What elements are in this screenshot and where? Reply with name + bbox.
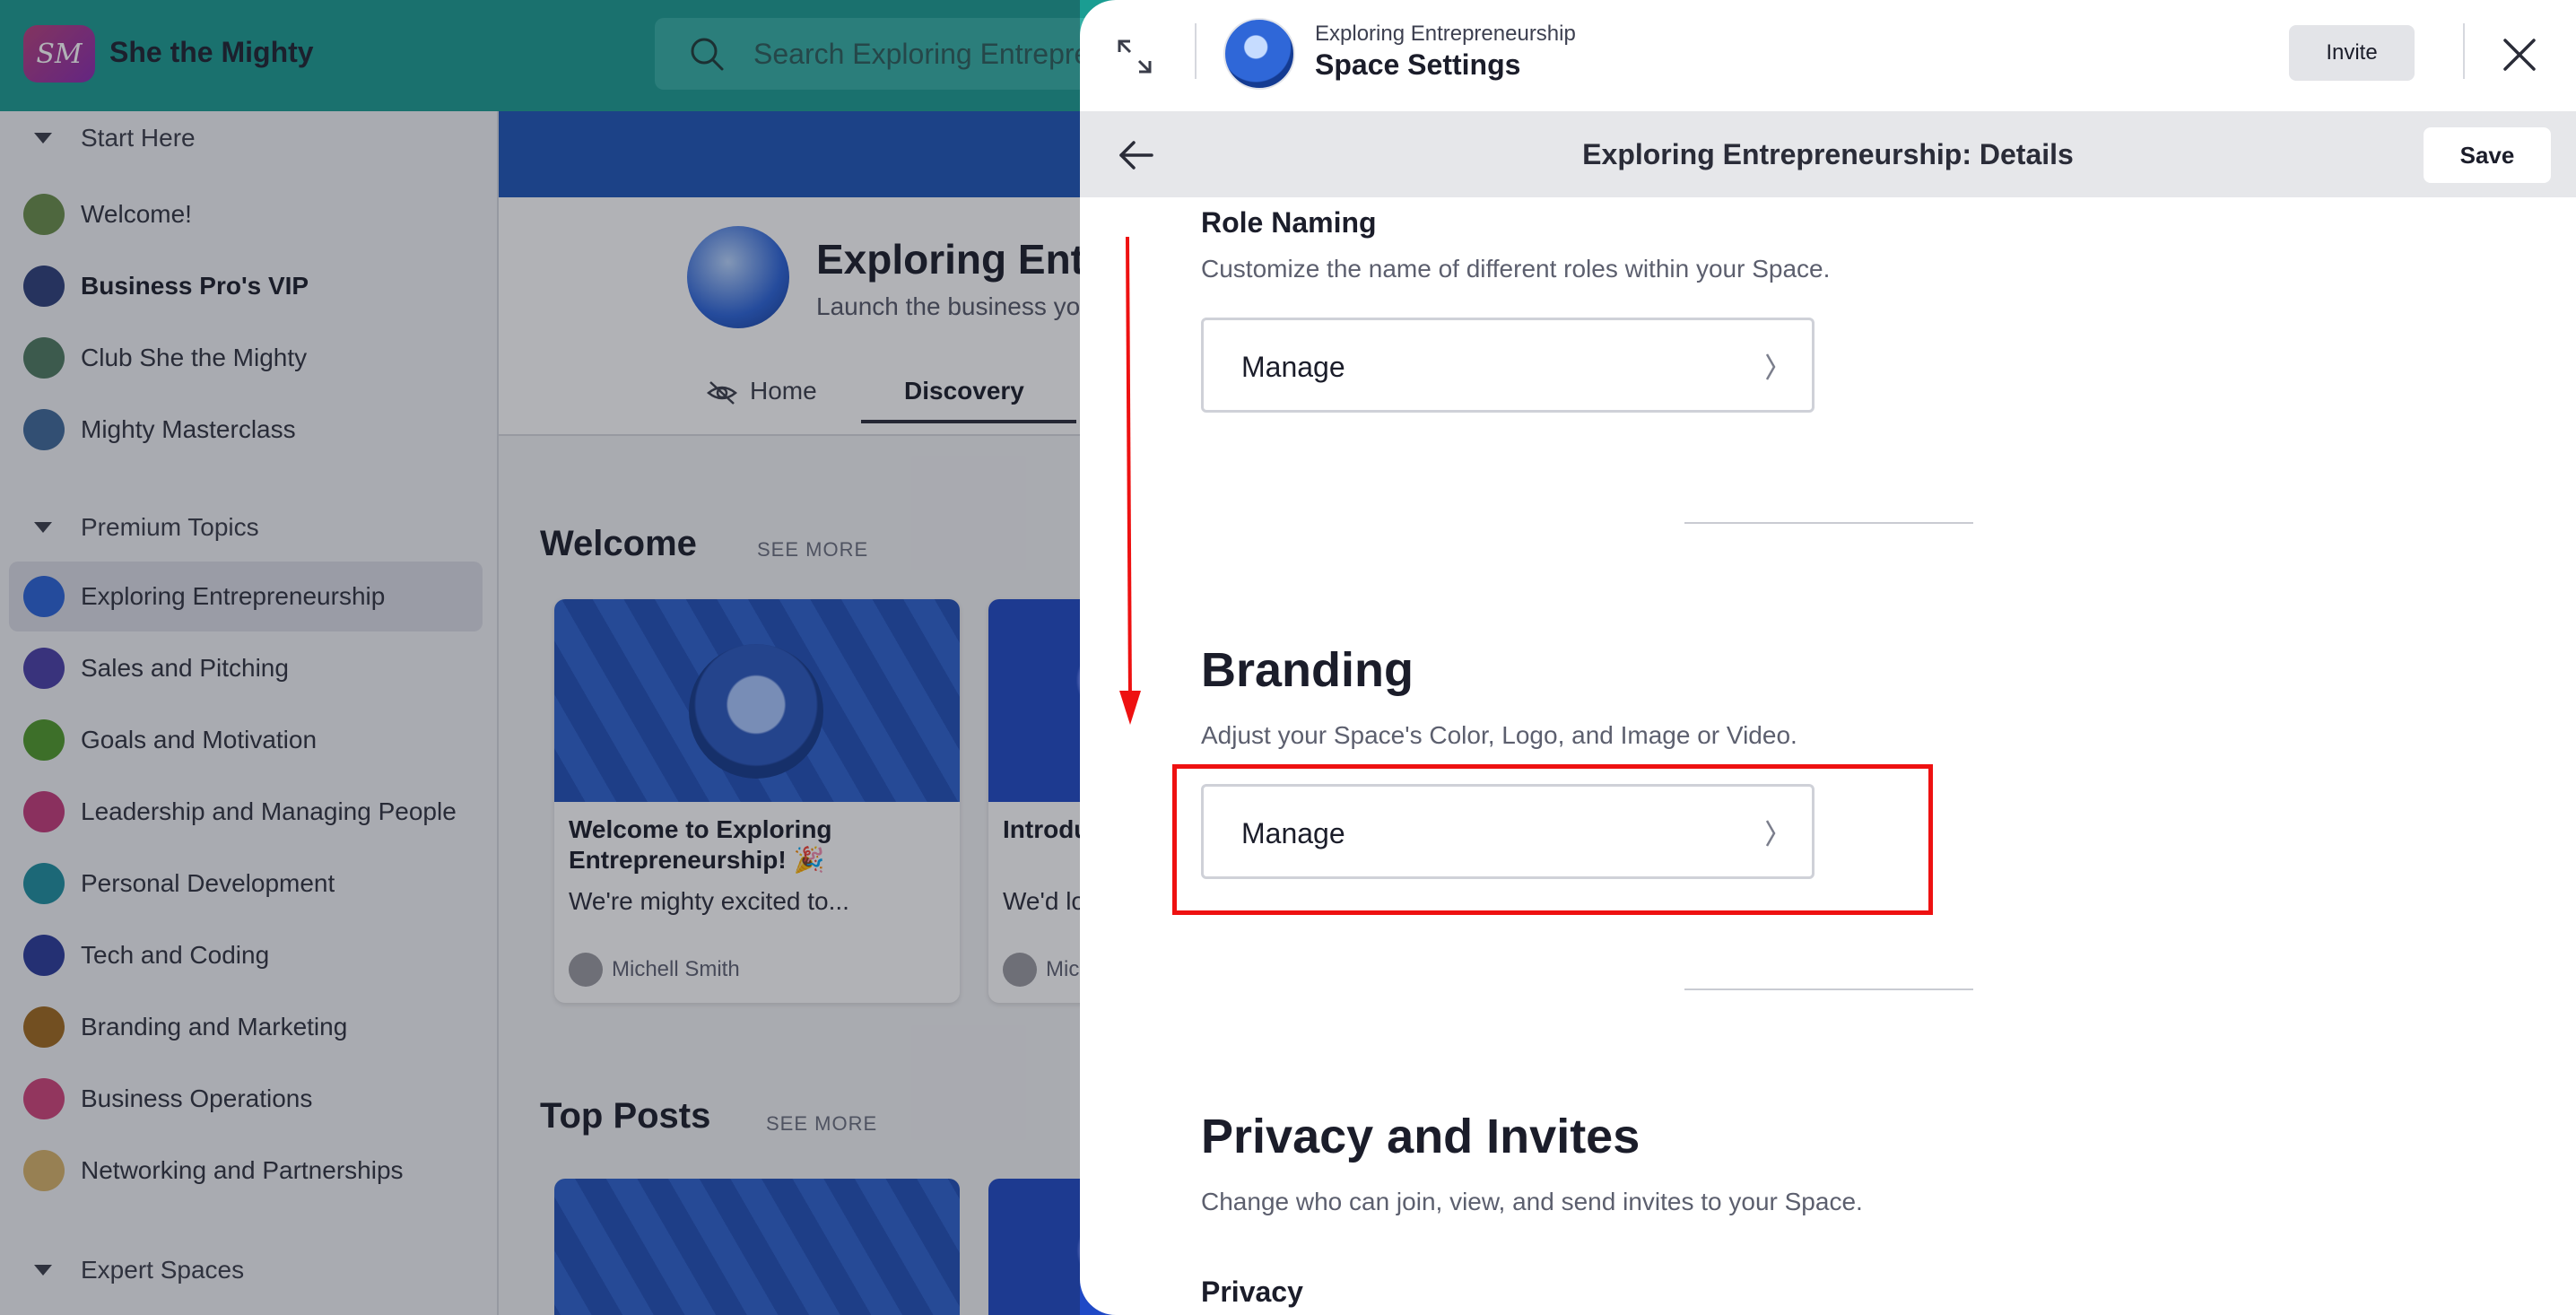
modal-space-name: Exploring Entrepreneurship: [1315, 22, 1576, 46]
branding-title: Branding: [1201, 643, 1414, 697]
privacy-invites-title: Privacy and Invites: [1201, 1110, 1640, 1163]
manage-button-label: Manage: [1241, 351, 1345, 383]
branding-description: Adjust your Space's Color, Logo, and Ima…: [1201, 721, 1797, 749]
section-divider: [1684, 522, 1973, 524]
details-title: Exploring Entrepreneurship: Details: [1582, 138, 2074, 170]
expand-icon[interactable]: [1116, 38, 1153, 75]
branding-highlight-box: [1172, 764, 1933, 915]
role-naming-title: Role Naming: [1201, 206, 1377, 239]
space-settings-modal: Exploring Entrepreneurship Space Setting…: [1080, 0, 2576, 1315]
header-divider: [1195, 23, 1197, 79]
scroll-down-arrow-annotation: [1119, 236, 1141, 725]
section-divider: [1684, 988, 1973, 990]
chevron-right-icon: [1765, 353, 1776, 380]
privacy-label: Privacy: [1201, 1276, 1303, 1308]
modal-title: Space Settings: [1315, 48, 1521, 81]
space-avatar: [1223, 18, 1295, 90]
save-button[interactable]: Save: [2424, 127, 2551, 183]
header-divider: [2463, 23, 2465, 79]
role-naming-description: Customize the name of different roles wi…: [1201, 255, 1831, 283]
back-arrow-icon[interactable]: [1116, 135, 1157, 176]
role-naming-manage-button[interactable]: Manage: [1201, 318, 1815, 413]
privacy-invites-description: Change who can join, view, and send invi…: [1201, 1188, 1863, 1215]
close-icon[interactable]: [2501, 36, 2538, 74]
details-subheader: Exploring Entrepreneurship: Details Save: [1080, 111, 2576, 197]
invite-button[interactable]: Invite: [2289, 25, 2415, 81]
modal-backdrop[interactable]: [0, 0, 1080, 1315]
